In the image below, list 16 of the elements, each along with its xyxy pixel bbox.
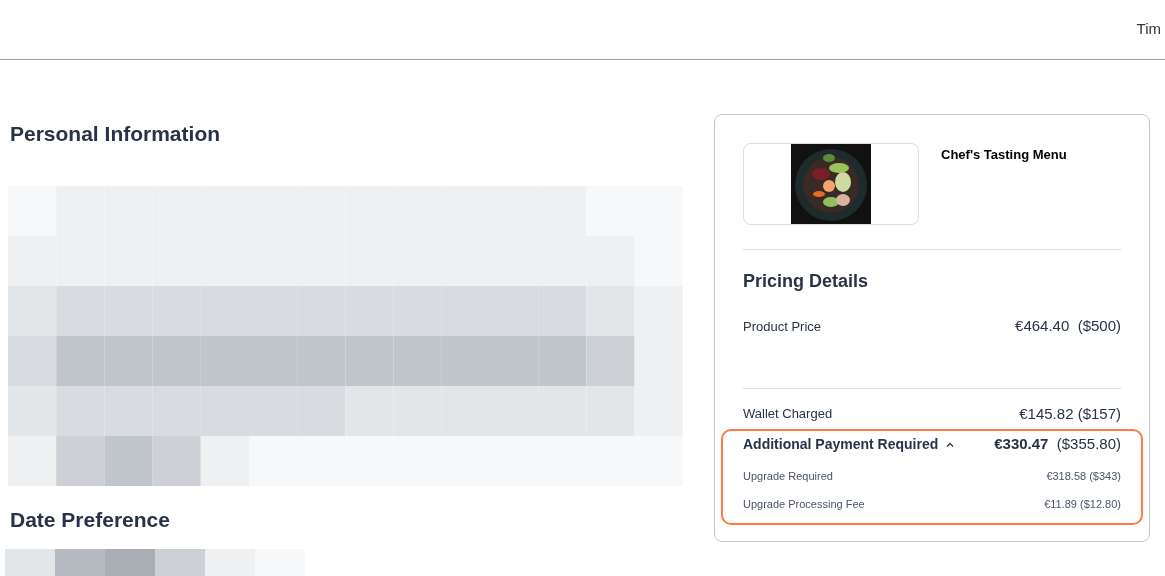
fee-value: €11.89 ($12.80) xyxy=(1044,497,1121,512)
section-title: Personal Information xyxy=(10,121,221,147)
wallet-label: Wallet Charged xyxy=(743,405,833,423)
fee-value: €318.58 ($343) xyxy=(1046,468,1121,484)
caret-up-icon[interactable] xyxy=(946,441,955,447)
header-link[interactable]: Tim xyxy=(1136,18,1161,41)
product-title: Chef's Tasting Menu xyxy=(941,146,1067,164)
price-label: Product Price xyxy=(743,317,822,336)
payment-total: €330.47 ($355.80) xyxy=(994,434,1121,454)
payment-label[interactable]: Additional Payment Required xyxy=(743,433,939,455)
section-title: Date Preference xyxy=(10,506,170,533)
price-value: €464.40 ($500) xyxy=(1015,316,1121,336)
wallet-value: €145.82 ($157) xyxy=(1019,403,1121,424)
pricing-title: Pricing Details xyxy=(743,270,869,293)
fee-label: Upgrade Processing Fee xyxy=(743,497,865,512)
fee-label: Upgrade Required xyxy=(743,468,833,484)
